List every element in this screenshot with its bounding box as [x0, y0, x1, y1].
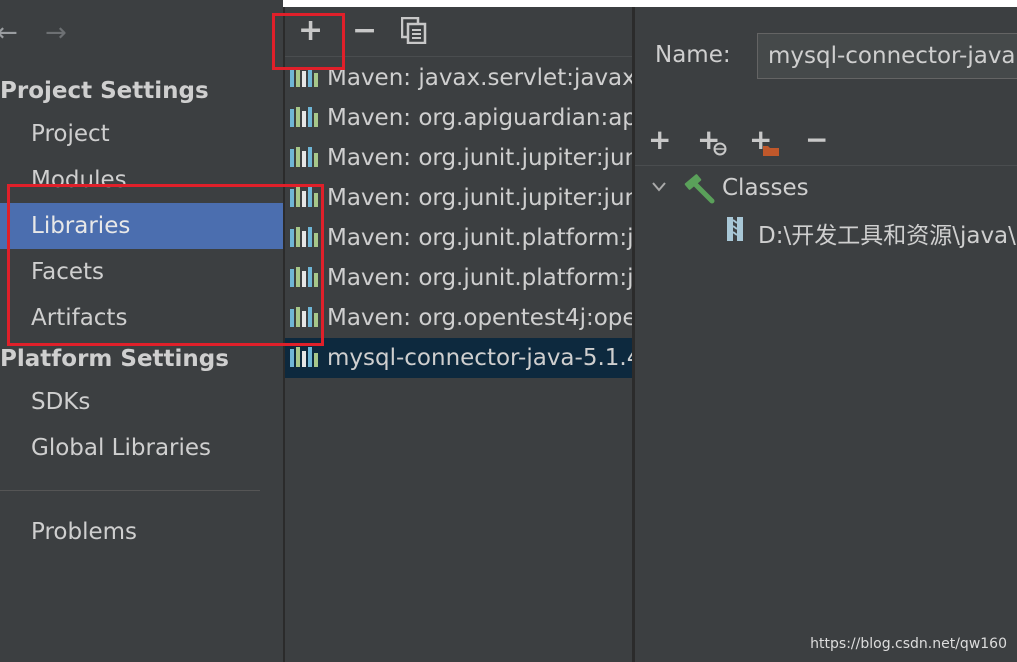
library-item-label: Maven: javax.servlet:javax.s — [327, 65, 632, 91]
sidebar-item-modules[interactable]: Modules — [0, 157, 283, 203]
library-item-label: Maven: org.apiguardian:ap — [327, 105, 632, 131]
library-item-label: Maven: org.opentest4j:ope — [327, 305, 632, 331]
platform-settings-title: Platform Settings — [0, 346, 229, 372]
watermark-text: https://blog.csdn.net/qw160 — [810, 636, 1007, 652]
library-name-input[interactable] — [757, 33, 1017, 79]
back-arrow-icon[interactable]: ← — [0, 20, 18, 46]
project-settings-title: Project Settings — [0, 78, 209, 104]
library-list-item[interactable]: Maven: org.apiguardian:ap — [285, 98, 632, 138]
detail-toolbar-separator — [635, 165, 1017, 166]
sidebar-item-facets[interactable]: Facets — [0, 249, 283, 295]
library-list-item[interactable]: Maven: javax.servlet:javax.s — [285, 58, 632, 98]
classes-node-label[interactable]: Classes — [722, 175, 809, 201]
add-root-plus-icon[interactable]: + — [648, 126, 671, 154]
sidebar-item-label: Problems — [31, 519, 138, 545]
hammer-icon — [684, 174, 715, 204]
library-bars-icon — [290, 347, 320, 367]
library-list-item[interactable]: Maven: org.junit.platform:ju — [285, 218, 632, 258]
library-bars-icon — [290, 187, 320, 207]
sidebar-divider — [0, 490, 260, 491]
sidebar-item-label: Modules — [31, 167, 127, 193]
library-list-item[interactable]: Maven: org.junit.jupiter:jun — [285, 138, 632, 178]
remove-root-minus-icon[interactable]: − — [805, 126, 828, 154]
library-bars-icon — [290, 227, 320, 247]
copy-library-icon[interactable] — [401, 17, 427, 44]
forward-arrow-icon[interactable]: → — [45, 20, 67, 46]
remove-library-minus-icon[interactable]: − — [352, 16, 377, 46]
jar-archive-icon — [727, 217, 743, 241]
sidebar-item-label: Artifacts — [31, 305, 128, 331]
chevron-down-icon[interactable] — [651, 181, 667, 193]
library-bars-icon — [290, 67, 320, 87]
sidebar-item-label: SDKs — [31, 389, 91, 415]
library-item-label: Maven: org.junit.platform:ju — [327, 265, 632, 291]
sidebar-item-problems[interactable]: Problems — [0, 509, 283, 555]
library-item-label: Maven: org.junit.jupiter:jun — [327, 145, 632, 171]
library-list-item[interactable]: Maven: org.junit.jupiter:jun — [285, 178, 632, 218]
sidebar-item-artifacts[interactable]: Artifacts — [0, 295, 283, 341]
library-bars-icon — [290, 267, 320, 287]
sidebar-item-project[interactable]: Project — [0, 111, 283, 157]
library-bars-icon — [290, 107, 320, 127]
sidebar-item-global-libraries[interactable]: Global Libraries — [0, 425, 283, 471]
name-label: Name: — [655, 42, 731, 68]
add-url-plus-globe-icon[interactable]: + — [697, 126, 727, 156]
sidebar-item-sdks[interactable]: SDKs — [0, 379, 283, 425]
sidebar-item-label: Facets — [31, 259, 105, 285]
sidebar-item-label: Libraries — [31, 213, 131, 239]
library-item-label: mysql-connector-java-5.1.4 — [327, 345, 632, 371]
sidebar-item-libraries[interactable]: Libraries — [0, 203, 283, 249]
add-library-plus-icon[interactable]: + — [298, 16, 323, 46]
library-item-label: Maven: org.junit.jupiter:jun — [327, 185, 632, 211]
library-toolbar-separator — [285, 56, 632, 57]
classes-jar-path[interactable]: D:\开发工具和资源\java\ — [758, 216, 1016, 250]
library-list-item[interactable]: Maven: org.junit.platform:ju — [285, 258, 632, 298]
sidebar-item-label: Project — [31, 121, 110, 147]
add-folder-plus-folder-icon[interactable]: + — [749, 126, 779, 156]
library-detail-panel — [635, 7, 1017, 662]
sidebar-item-label: Global Libraries — [31, 435, 212, 461]
library-bars-icon — [290, 147, 320, 167]
library-bars-icon — [290, 307, 320, 327]
library-list-item[interactable]: Maven: org.opentest4j:ope — [285, 298, 632, 338]
library-list-item[interactable]: mysql-connector-java-5.1.4 — [285, 338, 632, 378]
library-item-label: Maven: org.junit.platform:ju — [327, 225, 632, 251]
